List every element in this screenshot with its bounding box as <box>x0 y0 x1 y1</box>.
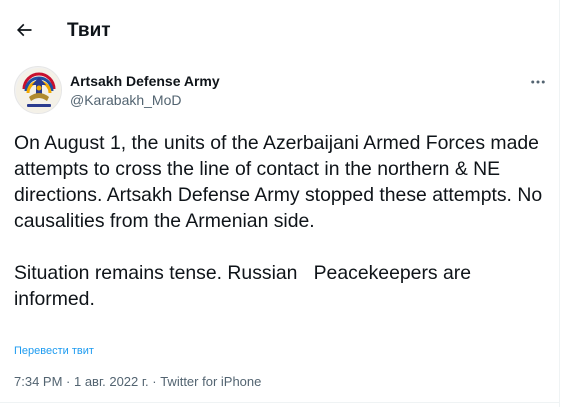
avatar[interactable] <box>14 66 62 114</box>
divider <box>0 402 560 403</box>
author-display-name[interactable]: Artsakh Defense Army <box>70 72 220 90</box>
artsakh-emblem-icon <box>16 68 61 113</box>
more-horizontal-icon <box>531 80 545 84</box>
tweet-metadata: 7:34 PM · 1 авг. 2022 г. · Twitter for i… <box>14 374 261 390</box>
tweet-source[interactable]: Twitter for iPhone <box>160 374 261 389</box>
meta-separator: · <box>62 374 74 389</box>
tweet-text: On August 1, the units of the Azerbaijan… <box>14 132 543 310</box>
tweet-author: Artsakh Defense Army @Karabakh_MoD <box>14 66 550 116</box>
tweet-detail-page: Твит Artsakh Defense Army @Karabakh_MoD <box>0 0 560 407</box>
translate-tweet-link[interactable]: Перевести твит <box>14 344 94 358</box>
page-header: Твит <box>0 0 560 62</box>
tweet-timestamp-time[interactable]: 7:34 PM <box>14 374 62 389</box>
tweet-timestamp-date[interactable]: 1 авг. 2022 г. <box>74 374 149 389</box>
meta-separator: · <box>148 374 161 389</box>
arrow-left-icon <box>16 23 32 37</box>
back-button[interactable] <box>12 18 36 42</box>
page-title: Твит <box>67 20 111 41</box>
more-options-button[interactable] <box>526 70 550 94</box>
author-handle[interactable]: @Karabakh_MoD <box>70 91 182 109</box>
